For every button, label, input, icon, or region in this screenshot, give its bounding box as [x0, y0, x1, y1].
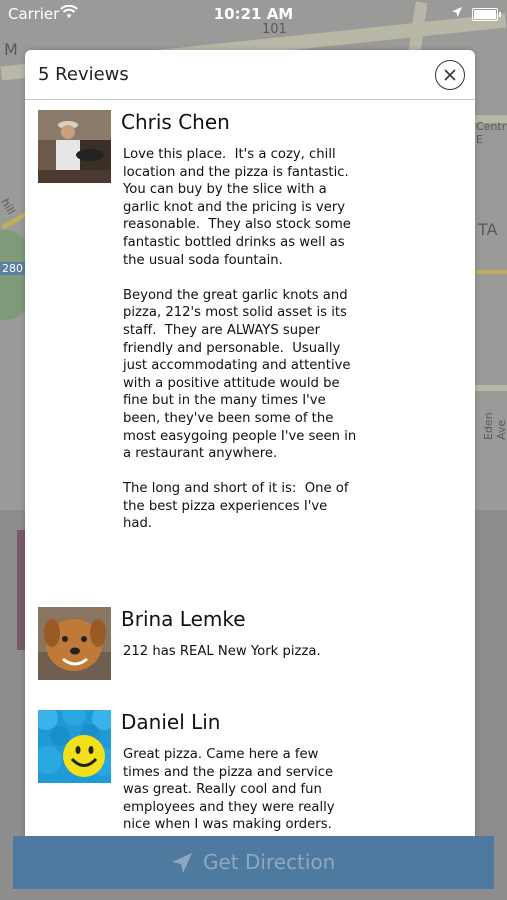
reviewer-name: Brina Lemke [121, 607, 246, 631]
reviews-modal: 5 Reviews Chris Chen Love this place. It… [25, 50, 475, 850]
get-direction-label: Get Direction [203, 850, 336, 874]
avatar [38, 607, 111, 680]
get-direction-button[interactable]: Get Direction [13, 836, 494, 889]
map-label-eden: Eden Ave [482, 412, 507, 440]
map-label-central: Central E [476, 120, 507, 146]
status-bar: Carrier 10:21 AM [0, 0, 507, 28]
close-button[interactable] [435, 60, 465, 90]
modal-title: 5 Reviews [38, 64, 129, 85]
location-arrow-icon [172, 853, 192, 873]
reviewer-name: Chris Chen [121, 110, 230, 134]
avatar [38, 110, 111, 183]
close-icon [444, 69, 456, 81]
location-services-icon [452, 7, 462, 17]
clock: 10:21 AM [213, 5, 294, 23]
map-label-m: M [4, 40, 18, 59]
avatar [38, 710, 111, 783]
modal-header: 5 Reviews [25, 50, 475, 100]
map-label-hill: hill [0, 196, 18, 217]
battery-icon [472, 8, 501, 21]
review-text: Great pizza. Came here a few times and t… [123, 747, 335, 850]
review-text: 212 has REAL New York pizza. [123, 644, 321, 659]
map-label-280: 280 [0, 262, 25, 275]
map-label-ta: TA [478, 220, 498, 239]
review-text: Love this place. It's a cozy, chill loca… [123, 147, 357, 532]
reviewer-name: Daniel Lin [121, 710, 221, 734]
